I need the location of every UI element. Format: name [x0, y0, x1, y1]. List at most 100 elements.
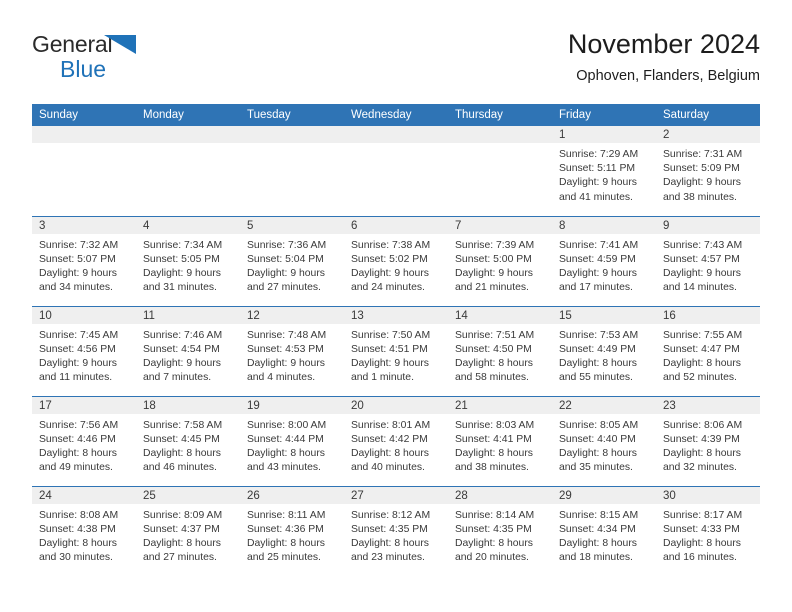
calendar-day-cell[interactable]: 24 Sunrise: 8:08 AM Sunset: 4:38 PM Dayligh…	[32, 485, 136, 576]
calendar-day-cell[interactable]: 21 Sunrise: 8:03 AM Sunset: 4:41 PM Dayligh…	[448, 395, 552, 486]
calendar-day-cell[interactable]: 28 Sunrise: 8:14 AM Sunset: 4:35 PM Dayligh…	[448, 485, 552, 576]
sunset-time: Sunset: 4:33 PM	[663, 523, 740, 535]
sunset-time: Sunset: 5:11 PM	[559, 163, 636, 175]
day-details: Sunrise: 8:17 AM Sunset: 4:33 PM Daylight:…	[656, 504, 760, 566]
daylight-duration-line2: and 18 minutes.	[559, 552, 633, 564]
sunrise-time: Sunrise: 7:53 AM	[559, 329, 639, 341]
sunset-time: Sunset: 5:04 PM	[247, 253, 324, 265]
daylight-duration-line2: and 35 minutes.	[559, 462, 633, 474]
calendar-day-cell[interactable]: 10 Sunrise: 7:45 AM Sunset: 4:56 PM Dayligh…	[32, 305, 136, 396]
calendar-day-cell[interactable]: 11 Sunrise: 7:46 AM Sunset: 4:54 PM Dayligh…	[136, 305, 240, 396]
logo-text-general: General	[32, 31, 113, 57]
sunset-time: Sunset: 4:45 PM	[143, 433, 220, 445]
calendar-day-cell[interactable]: 22 Sunrise: 8:05 AM Sunset: 4:40 PM Dayligh…	[552, 395, 656, 486]
calendar-page: General Blue November 2024 Ophoven, Flan…	[0, 0, 792, 612]
daylight-duration-line1: Daylight: 9 hours	[247, 267, 325, 279]
calendar-day-cell[interactable]: 1 Sunrise: 7:29 AM Sunset: 5:11 PM Daylight…	[552, 126, 656, 216]
calendar-day-cell[interactable]: 15 Sunrise: 7:53 AM Sunset: 4:49 PM Dayligh…	[552, 305, 656, 396]
sunrise-time: Sunrise: 8:06 AM	[663, 419, 743, 431]
sunrise-time: Sunrise: 8:15 AM	[559, 509, 639, 521]
calendar-day-cell[interactable]: 2 Sunrise: 7:31 AM Sunset: 5:09 PM Daylight…	[656, 126, 760, 216]
sunrise-time: Sunrise: 8:08 AM	[39, 509, 119, 521]
calendar-day-cell[interactable]: 19 Sunrise: 8:00 AM Sunset: 4:44 PM Dayligh…	[240, 395, 344, 486]
weekday-header-sunday: Sunday	[32, 104, 136, 126]
daylight-duration-line1: Daylight: 9 hours	[143, 267, 221, 279]
day-number: 26	[240, 486, 344, 504]
calendar-day-cell[interactable]: 13 Sunrise: 7:50 AM Sunset: 4:51 PM Dayligh…	[344, 305, 448, 396]
title-block: November 2024 Ophoven, Flanders, Belgium	[568, 28, 760, 85]
sunset-time: Sunset: 4:49 PM	[559, 343, 636, 355]
sunrise-time: Sunrise: 7:58 AM	[143, 419, 223, 431]
daylight-duration-line1: Daylight: 9 hours	[559, 267, 637, 279]
day-number: 13	[344, 306, 448, 324]
calendar-day-cell[interactable]: 16 Sunrise: 7:55 AM Sunset: 4:47 PM Dayligh…	[656, 305, 760, 396]
calendar-day-cell[interactable]: 25 Sunrise: 8:09 AM Sunset: 4:37 PM Dayligh…	[136, 485, 240, 576]
calendar-day-cell[interactable]: 12 Sunrise: 7:48 AM Sunset: 4:53 PM Dayligh…	[240, 305, 344, 396]
daylight-duration-line2: and 27 minutes.	[247, 282, 321, 294]
day-number: 10	[32, 306, 136, 324]
sunset-time: Sunset: 4:44 PM	[247, 433, 324, 445]
calendar-day-cell[interactable]: 29 Sunrise: 8:15 AM Sunset: 4:34 PM Dayligh…	[552, 485, 656, 576]
calendar-day-cell[interactable]: 26 Sunrise: 8:11 AM Sunset: 4:36 PM Dayligh…	[240, 485, 344, 576]
sunrise-time: Sunrise: 7:43 AM	[663, 239, 743, 251]
daylight-duration-line2: and 34 minutes.	[39, 282, 113, 294]
day-details: Sunrise: 7:53 AM Sunset: 4:49 PM Daylight:…	[552, 324, 656, 386]
daylight-duration-line2: and 20 minutes.	[455, 552, 529, 564]
day-number: 11	[136, 306, 240, 324]
calendar-day-cell[interactable]: 6 Sunrise: 7:38 AM Sunset: 5:02 PM Daylight…	[344, 215, 448, 306]
day-number	[344, 126, 448, 143]
day-details: Sunrise: 7:55 AM Sunset: 4:47 PM Daylight:…	[656, 324, 760, 386]
day-number: 22	[552, 396, 656, 414]
day-details: Sunrise: 8:01 AM Sunset: 4:42 PM Daylight:…	[344, 414, 448, 476]
daylight-duration-line1: Daylight: 8 hours	[559, 447, 637, 459]
calendar-day-cell[interactable]: 18 Sunrise: 7:58 AM Sunset: 4:45 PM Dayligh…	[136, 395, 240, 486]
day-details: Sunrise: 7:29 AM Sunset: 5:11 PM Daylight:…	[552, 143, 656, 205]
page-title: November 2024	[567, 29, 760, 59]
day-number: 16	[656, 306, 760, 324]
sunset-time: Sunset: 4:40 PM	[559, 433, 636, 445]
sunrise-time: Sunrise: 7:34 AM	[143, 239, 223, 251]
day-details: Sunrise: 8:08 AM Sunset: 4:38 PM Daylight:…	[32, 504, 136, 566]
daylight-duration-line1: Daylight: 8 hours	[663, 537, 741, 549]
calendar-day-cell[interactable]: 30 Sunrise: 8:17 AM Sunset: 4:33 PM Dayligh…	[656, 485, 760, 576]
sunset-time: Sunset: 5:00 PM	[455, 253, 532, 265]
sunset-time: Sunset: 4:36 PM	[247, 523, 324, 535]
sunset-time: Sunset: 4:35 PM	[455, 523, 532, 535]
calendar-day-cell[interactable]: 9 Sunrise: 7:43 AM Sunset: 4:57 PM Daylight…	[656, 215, 760, 306]
day-details: Sunrise: 8:00 AM Sunset: 4:44 PM Daylight:…	[240, 414, 344, 476]
calendar-week-row: 24 Sunrise: 8:08 AM Sunset: 4:38 PM Dayligh…	[32, 485, 760, 576]
day-details: Sunrise: 7:38 AM Sunset: 5:02 PM Daylight:…	[344, 234, 448, 296]
daylight-duration-line2: and 25 minutes.	[247, 552, 321, 564]
calendar-day-cell[interactable]: 4 Sunrise: 7:34 AM Sunset: 5:05 PM Daylight…	[136, 215, 240, 306]
daylight-duration-line1: Daylight: 8 hours	[663, 447, 741, 459]
calendar-header-row: Sunday Monday Tuesday Wednesday Thursday…	[32, 104, 760, 126]
daylight-duration-line1: Daylight: 9 hours	[247, 357, 325, 369]
day-number: 6	[344, 216, 448, 234]
daylight-duration-line2: and 49 minutes.	[39, 462, 113, 474]
day-details: Sunrise: 7:51 AM Sunset: 4:50 PM Daylight:…	[448, 324, 552, 386]
day-details: Sunrise: 7:39 AM Sunset: 5:00 PM Daylight:…	[448, 234, 552, 296]
day-details: Sunrise: 8:06 AM Sunset: 4:39 PM Daylight:…	[656, 414, 760, 476]
sunset-time: Sunset: 4:42 PM	[351, 433, 428, 445]
calendar-table: Sunday Monday Tuesday Wednesday Thursday…	[32, 104, 760, 576]
calendar-day-cell[interactable]: 8 Sunrise: 7:41 AM Sunset: 4:59 PM Daylight…	[552, 215, 656, 306]
day-details: Sunrise: 7:31 AM Sunset: 5:09 PM Daylight:…	[656, 143, 760, 205]
sunrise-time: Sunrise: 7:51 AM	[455, 329, 535, 341]
day-details: Sunrise: 7:43 AM Sunset: 4:57 PM Daylight:…	[656, 234, 760, 296]
calendar-day-cell[interactable]: 7 Sunrise: 7:39 AM Sunset: 5:00 PM Daylight…	[448, 215, 552, 306]
calendar-day-cell[interactable]: 3 Sunrise: 7:32 AM Sunset: 5:07 PM Daylight…	[32, 215, 136, 306]
sunrise-time: Sunrise: 7:41 AM	[559, 239, 639, 251]
daylight-duration-line2: and 1 minute.	[351, 372, 414, 384]
day-details: Sunrise: 8:15 AM Sunset: 4:34 PM Daylight:…	[552, 504, 656, 566]
calendar-day-cell[interactable]: 20 Sunrise: 8:01 AM Sunset: 4:42 PM Dayligh…	[344, 395, 448, 486]
day-number: 7	[448, 216, 552, 234]
day-details: Sunrise: 8:03 AM Sunset: 4:41 PM Daylight:…	[448, 414, 552, 476]
calendar-day-cell-empty	[240, 126, 344, 216]
calendar-day-cell[interactable]: 17 Sunrise: 7:56 AM Sunset: 4:46 PM Dayligh…	[32, 395, 136, 486]
calendar-day-cell[interactable]: 5 Sunrise: 7:36 AM Sunset: 5:04 PM Daylight…	[240, 215, 344, 306]
daylight-duration-line2: and 30 minutes.	[39, 552, 113, 564]
calendar-day-cell[interactable]: 14 Sunrise: 7:51 AM Sunset: 4:50 PM Dayligh…	[448, 305, 552, 396]
calendar-day-cell[interactable]: 23 Sunrise: 8:06 AM Sunset: 4:39 PM Dayligh…	[656, 395, 760, 486]
day-details: Sunrise: 7:46 AM Sunset: 4:54 PM Daylight:…	[136, 324, 240, 386]
calendar-day-cell[interactable]: 27 Sunrise: 8:12 AM Sunset: 4:35 PM Dayligh…	[344, 485, 448, 576]
